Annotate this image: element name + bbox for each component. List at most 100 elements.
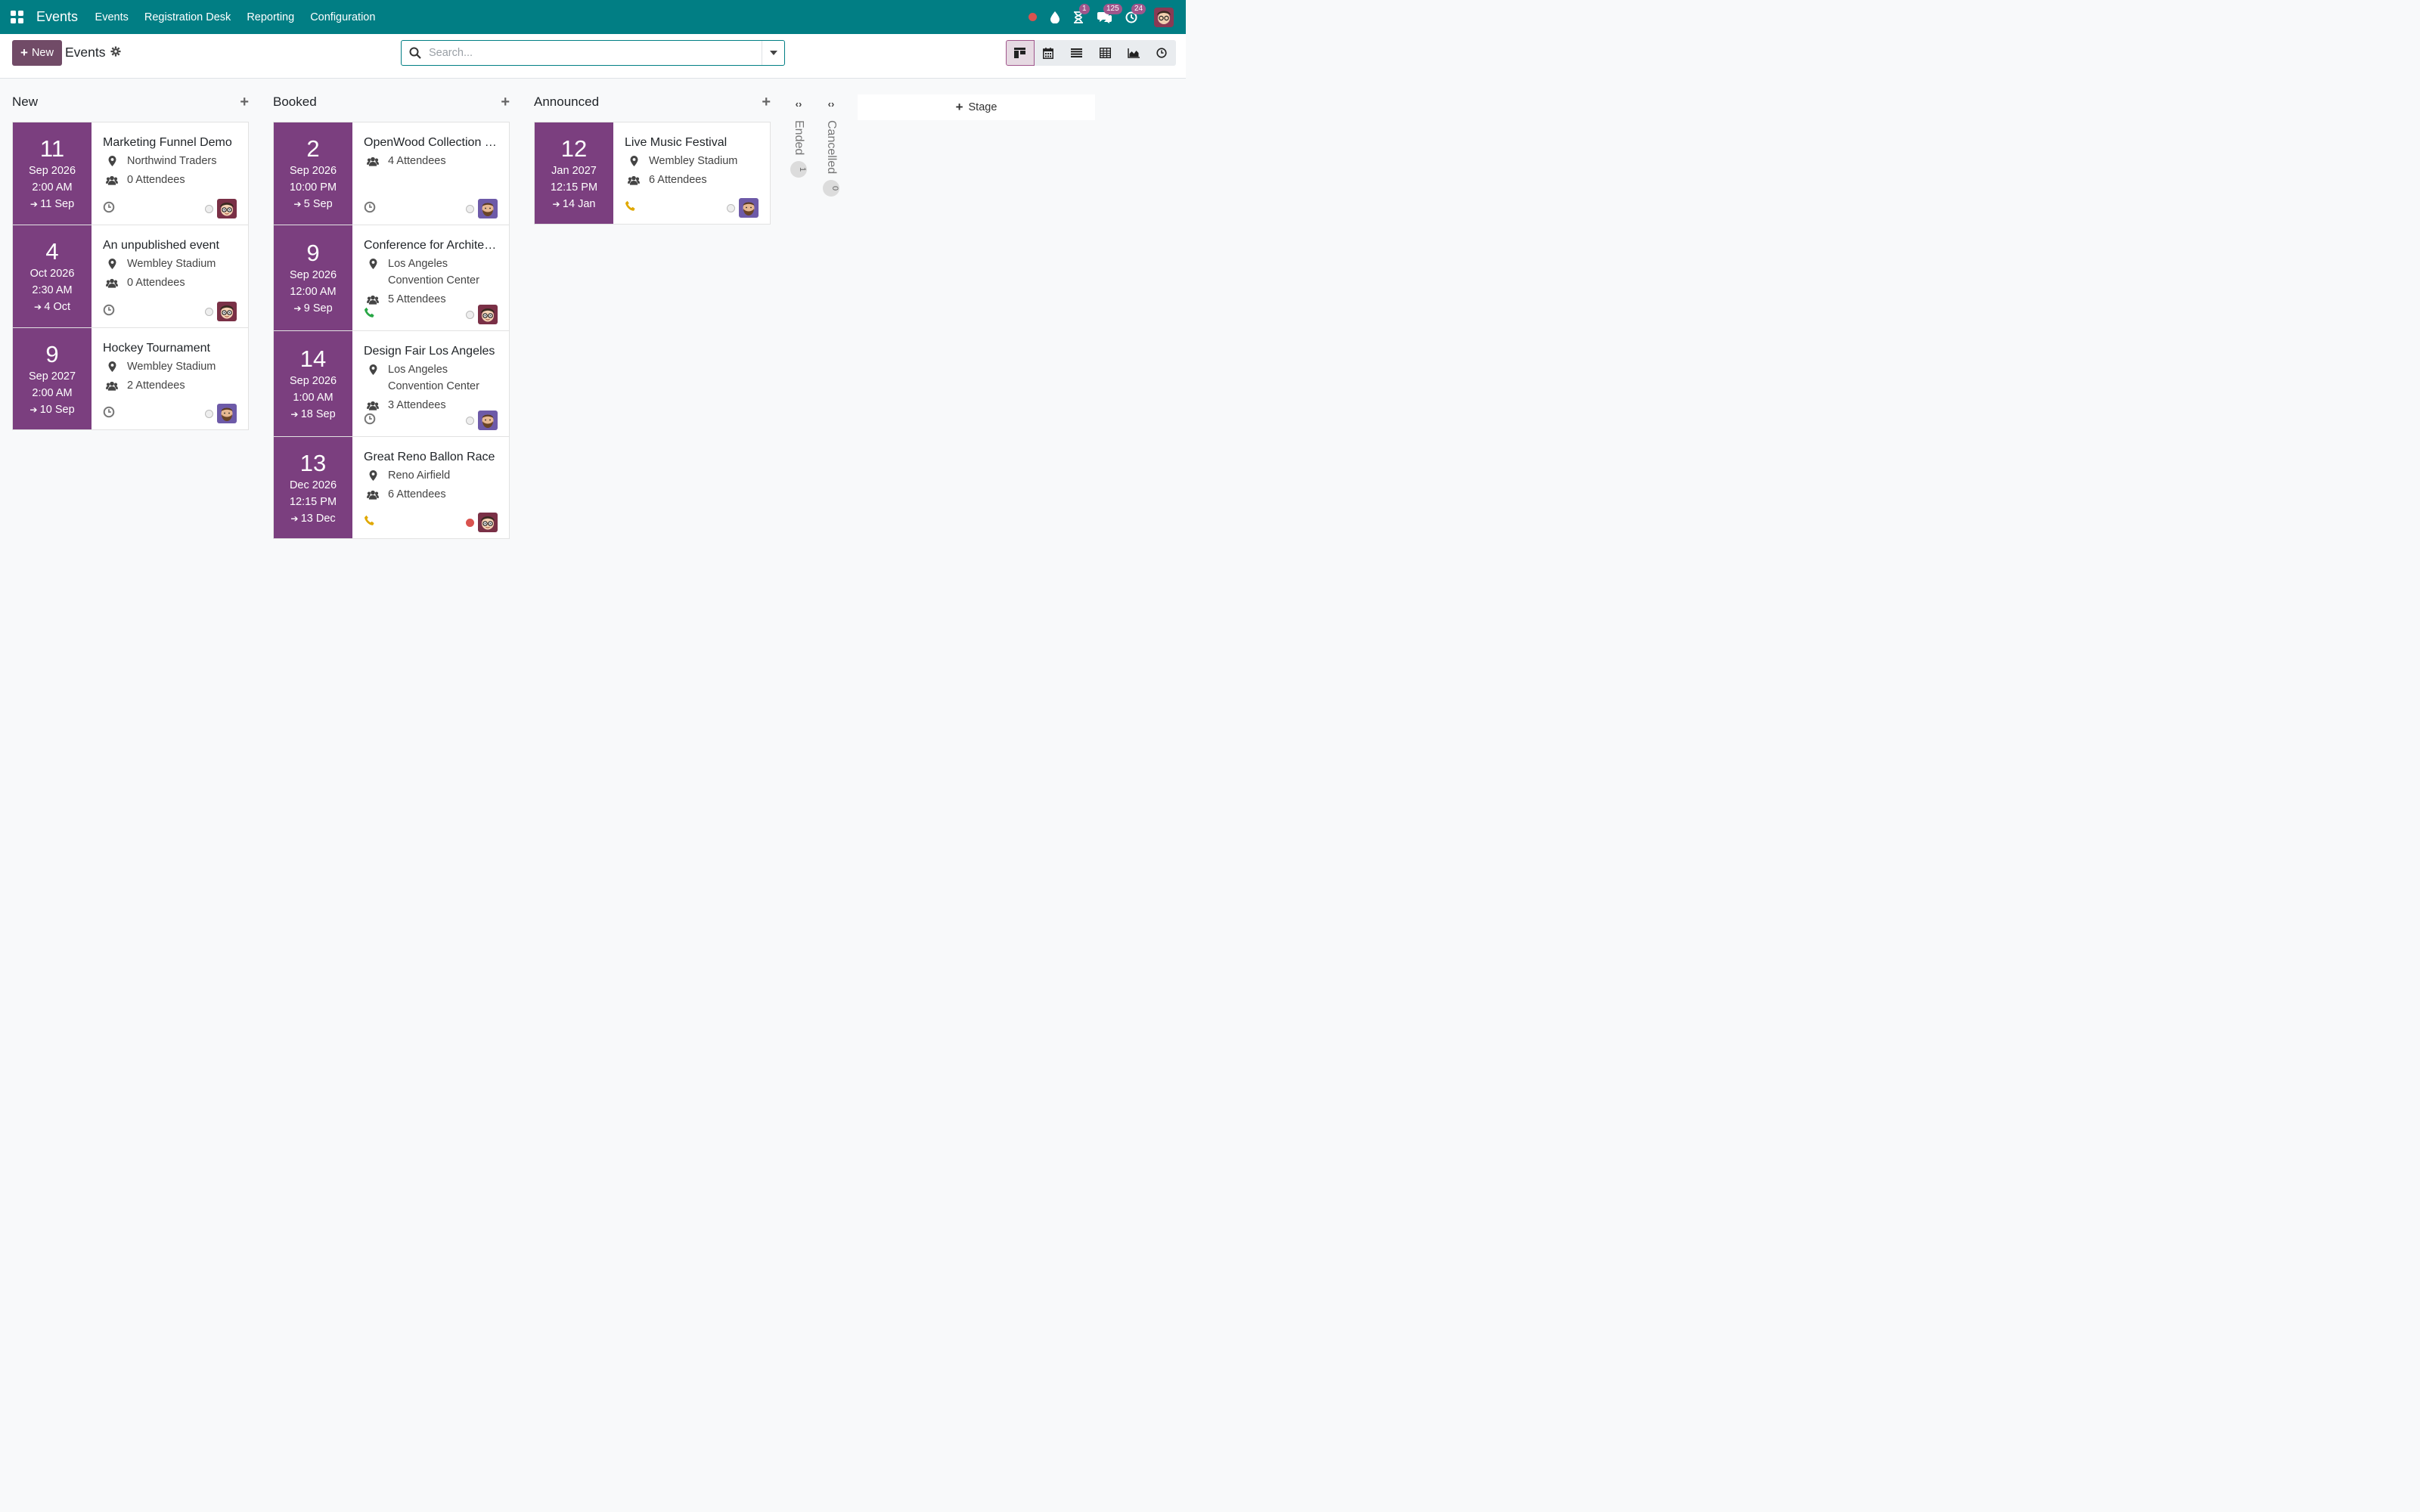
responsible-avatar[interactable] — [739, 198, 759, 218]
calendar-view-button[interactable] — [1034, 40, 1063, 66]
column-title[interactable]: New — [12, 94, 38, 110]
graph-view-button[interactable] — [1119, 40, 1148, 66]
event-location-text: Wembley Stadium — [127, 256, 216, 272]
event-card[interactable]: 12 Jan 2027 12:15 PM ➔ 14 Jan Live Music Fes… — [534, 122, 771, 225]
pivot-view-button[interactable] — [1091, 40, 1119, 66]
folded-column-ended[interactable]: ‹› Ended 1 — [790, 98, 808, 178]
phone-green-icon[interactable] — [364, 307, 376, 323]
event-title[interactable]: An unpublished event — [103, 238, 237, 253]
quick-create-plus-icon[interactable]: + — [501, 94, 510, 111]
kanban-state-icon[interactable] — [466, 204, 474, 213]
kanban-state-icon[interactable] — [466, 518, 474, 527]
messages-button[interactable]: 125 — [1097, 3, 1122, 23]
folded-column-cancelled[interactable]: ‹› Cancelled 0 — [822, 98, 840, 197]
kanban-view-button[interactable] — [1006, 40, 1035, 66]
clock-icon[interactable] — [364, 201, 376, 217]
event-card-body: An unpublished event Wembley Stadium 0 Att… — [92, 225, 248, 327]
clock-icon[interactable] — [364, 413, 376, 429]
responsible-avatar[interactable] — [478, 199, 498, 218]
event-date-box: 2 Sep 2026 10:00 PM ➔ 5 Sep — [274, 122, 352, 225]
column-title[interactable]: Booked — [273, 94, 317, 110]
search-options-toggle[interactable] — [762, 41, 784, 65]
menu-registration-desk[interactable]: Registration Desk — [144, 11, 231, 23]
clock-icon[interactable] — [103, 201, 115, 217]
folded-column-count: 1 — [790, 161, 807, 178]
event-day: 12 — [560, 135, 588, 162]
event-title[interactable]: Live Music Festival — [625, 135, 759, 150]
event-location-line: Northwind Traders — [127, 155, 217, 167]
kanban-column-announced: Announced +12 Jan 2027 12:15 PM ➔ 14 Jan Live… — [534, 89, 771, 225]
messages-badge: 125 — [1103, 3, 1122, 14]
menu-reporting[interactable]: Reporting — [247, 11, 294, 23]
event-card[interactable]: 13 Dec 2026 12:15 PM ➔ 13 Dec Great Reno Bal… — [273, 436, 510, 539]
activities-button[interactable]: 24 — [1125, 3, 1146, 23]
event-end-date: ➔ 11 Sep — [13, 196, 92, 212]
event-title[interactable]: Conference for Architects — [364, 238, 498, 253]
responsible-avatar[interactable] — [217, 404, 237, 423]
clock-icon[interactable] — [103, 304, 115, 320]
responsible-avatar[interactable] — [217, 302, 237, 321]
event-card[interactable]: 14 Sep 2026 1:00 AM ➔ 18 Sep Design Fair Los… — [273, 330, 510, 436]
event-card[interactable]: 9 Sep 2026 12:00 AM ➔ 9 Sep Conference for A… — [273, 225, 510, 330]
event-end-label: 18 Sep — [300, 408, 336, 420]
event-card-footer — [625, 198, 759, 218]
event-card[interactable]: 9 Sep 2027 2:00 AM ➔ 10 Sep Hockey Tournamen… — [12, 327, 249, 430]
event-end-date: ➔ 4 Oct — [13, 299, 92, 315]
event-time: 2:00 AM — [32, 387, 73, 399]
event-day: 11 — [39, 135, 65, 162]
kanban-state-icon[interactable] — [205, 409, 213, 418]
expand-arrows-icon[interactable]: ‹› — [790, 98, 808, 110]
app-menu-icon[interactable] — [11, 11, 23, 23]
kanban-state-icon[interactable] — [205, 307, 213, 316]
event-location-text: Wembley Stadium — [127, 358, 216, 375]
event-title[interactable]: Great Reno Ballon Race — [364, 450, 498, 465]
phone-orange-icon[interactable] — [364, 515, 376, 531]
page-title[interactable]: Events — [65, 45, 106, 60]
recording-indicator[interactable] — [1028, 13, 1037, 21]
search-input[interactable] — [429, 47, 746, 59]
list-view-button[interactable] — [1063, 40, 1091, 66]
kanban-state-icon[interactable] — [727, 203, 735, 212]
event-card[interactable]: 4 Oct 2026 2:30 AM ➔ 4 Oct An unpublished ev… — [12, 225, 249, 327]
column-header: Booked + — [273, 89, 510, 115]
responsible-avatar[interactable] — [217, 199, 237, 218]
kanban-state-icon[interactable] — [466, 310, 474, 319]
folded-column-count: 0 — [823, 180, 839, 197]
kanban-state-icon[interactable] — [466, 416, 474, 425]
quick-create-plus-icon[interactable]: + — [762, 94, 771, 111]
event-card[interactable]: 11 Sep 2026 2:00 AM ➔ 11 Sep Marketing Funne… — [12, 122, 249, 225]
event-card[interactable]: 2 Sep 2026 10:00 PM ➔ 5 Sep OpenWood Collect… — [273, 122, 510, 225]
app-brand[interactable]: Events — [36, 9, 78, 25]
event-date-box: 4 Oct 2026 2:30 AM ➔ 4 Oct — [13, 225, 92, 327]
expand-arrows-icon[interactable]: ‹› — [822, 98, 840, 110]
column-title[interactable]: Announced — [534, 94, 599, 110]
phone-orange-icon[interactable] — [625, 200, 637, 216]
event-time: 12:15 PM — [289, 496, 337, 508]
event-title[interactable]: Marketing Funnel Demo — [103, 135, 237, 150]
map-marker-icon — [628, 153, 640, 169]
activity-view-button[interactable] — [1147, 40, 1176, 66]
clock-icon[interactable] — [103, 406, 115, 422]
new-button[interactable]: + New — [12, 40, 62, 66]
event-title[interactable]: Design Fair Los Angeles — [364, 344, 498, 359]
kanban-state-icon[interactable] — [205, 204, 213, 213]
gear-icon[interactable] — [110, 46, 121, 57]
responsible-avatar[interactable] — [478, 411, 498, 430]
event-title[interactable]: OpenWood Collection Online Reveal — [364, 135, 498, 150]
event-month-year: Sep 2026 — [289, 269, 337, 281]
quick-create-plus-icon[interactable]: + — [240, 94, 249, 111]
event-card-body: Live Music Festival Wembley Stadium 6 Atte… — [613, 122, 770, 224]
event-location-text: Wembley Stadium — [649, 153, 737, 169]
control-panel: + New Events — [0, 34, 1186, 79]
event-end-label: 13 Dec — [300, 513, 336, 525]
responsible-avatar[interactable] — [478, 513, 498, 532]
menu-configuration[interactable]: Configuration — [310, 11, 375, 23]
user-avatar[interactable] — [1154, 7, 1174, 27]
menu-events[interactable]: Events — [95, 11, 129, 23]
drop-button[interactable] — [1050, 11, 1060, 23]
add-stage-button[interactable]: + Stage — [858, 94, 1095, 120]
event-title[interactable]: Hockey Tournament — [103, 341, 237, 356]
responsible-avatar[interactable] — [478, 305, 498, 324]
timer-button[interactable]: 1 — [1073, 3, 1090, 23]
event-card-footer — [364, 513, 498, 532]
